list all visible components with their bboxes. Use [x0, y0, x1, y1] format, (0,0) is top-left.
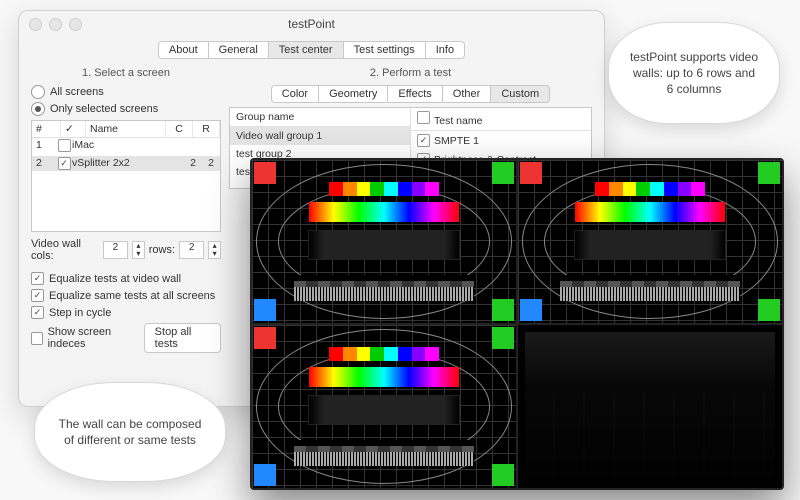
tab-general[interactable]: General: [208, 41, 269, 59]
col-check[interactable]: ✓: [61, 121, 86, 137]
tab-info[interactable]: Info: [425, 41, 465, 59]
wall-panel: [518, 160, 782, 323]
chk-equalize-wall[interactable]: [31, 272, 44, 285]
rows-stepper[interactable]: ▴▾: [208, 241, 221, 259]
tab-geometry[interactable]: Geometry: [318, 85, 388, 103]
chk-step-cycle[interactable]: [31, 306, 44, 319]
list-item[interactable]: SMPTE 1: [411, 131, 591, 150]
screens-list[interactable]: # ✓ Name C R 1 iMac 2 vSplitter 2x2: [31, 120, 221, 232]
tab-about[interactable]: About: [158, 41, 209, 59]
chk-show-indeces[interactable]: [31, 332, 43, 345]
chk-test[interactable]: [417, 134, 430, 147]
col-name[interactable]: Name: [86, 121, 166, 137]
table-row[interactable]: 1 iMac: [32, 138, 220, 156]
wall-panel: [252, 160, 516, 323]
cols-input[interactable]: 2: [103, 241, 128, 259]
list-item[interactable]: Video wall group 1: [230, 127, 410, 145]
titlebar: testPoint: [19, 11, 604, 37]
label-wall-rows: rows:: [149, 244, 175, 256]
section-perform-test: 2. Perform a test: [229, 67, 592, 79]
section-select-screen: 1. Select a screen: [31, 67, 221, 79]
col-r[interactable]: R: [193, 121, 220, 137]
callout-supports-walls: testPoint supports video walls: up to 6 …: [608, 22, 780, 124]
radio-selected-screens[interactable]: [31, 102, 45, 116]
wall-panel-dark: [518, 325, 782, 488]
row-checkbox[interactable]: [58, 139, 71, 152]
label-wall-cols: Video wall cols:: [31, 238, 99, 262]
category-tabs: Color Geometry Effects Other Custom: [229, 85, 592, 103]
chk-all-tests[interactable]: [417, 111, 430, 124]
tab-test-center[interactable]: Test center: [268, 41, 344, 59]
col-number[interactable]: #: [32, 121, 61, 137]
video-wall-preview: [250, 158, 784, 490]
tab-effects[interactable]: Effects: [387, 85, 442, 103]
tab-other[interactable]: Other: [442, 85, 492, 103]
cols-stepper[interactable]: ▴▾: [132, 241, 145, 259]
screens-header: # ✓ Name C R: [32, 121, 220, 138]
tab-test-settings[interactable]: Test settings: [343, 41, 426, 59]
test-header[interactable]: Test name: [411, 108, 591, 131]
tab-color[interactable]: Color: [271, 85, 319, 103]
window-title: testPoint: [19, 17, 604, 31]
stop-all-button[interactable]: Stop all tests: [144, 323, 221, 353]
radio-all-screens[interactable]: [31, 85, 45, 99]
callout-composed-tests: The wall can be composed of different or…: [34, 382, 226, 482]
label-all-screens: All screens: [50, 86, 104, 98]
rows-input[interactable]: 2: [179, 241, 204, 259]
tab-custom[interactable]: Custom: [490, 85, 550, 103]
group-header[interactable]: Group name: [230, 108, 410, 127]
main-tabs: About General Test center Test settings …: [19, 41, 604, 59]
chk-equalize-same[interactable]: [31, 289, 44, 302]
table-row[interactable]: 2 vSplitter 2x2 2 2: [32, 156, 220, 171]
col-c[interactable]: C: [166, 121, 193, 137]
label-selected-screens: Only selected screens: [50, 103, 158, 115]
wall-panel: [252, 325, 516, 488]
row-checkbox[interactable]: [58, 157, 71, 170]
